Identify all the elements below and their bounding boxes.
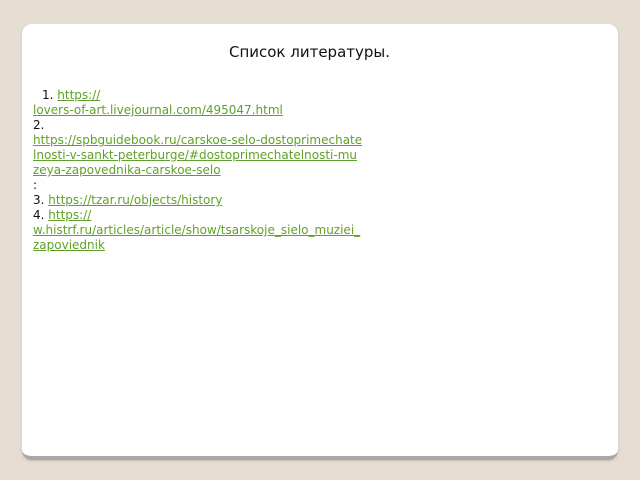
- reference-number: 1.: [42, 88, 54, 102]
- reference-item-4: 4. https://: [33, 208, 363, 223]
- slide-title: Список литературы.: [228, 43, 391, 61]
- reference-item-4-continued: w.histrf.ru/articles/article/show/tsarsk…: [33, 223, 363, 253]
- reference-item-2: 2.: [33, 118, 363, 133]
- reference-number: 4.: [33, 208, 45, 222]
- reference-link-3[interactable]: https://tzar.ru/objects/history: [48, 193, 222, 207]
- reference-item-2-suffix: :: [33, 178, 38, 192]
- reference-list: 1. https:// lovers-of-art.livejournal.co…: [33, 88, 363, 253]
- reference-link-1-part2[interactable]: lovers-of-art.livejournal.com/495047.htm…: [33, 103, 283, 117]
- reference-link-2[interactable]: https://spbguidebook.ru/carskoe-selo-dos…: [33, 133, 362, 177]
- reference-item-3: 3. https://tzar.ru/objects/history: [33, 193, 363, 208]
- reference-link-4-part2[interactable]: w.histrf.ru/articles/article/show/tsarsk…: [33, 223, 360, 252]
- reference-item-2-link-block: https://spbguidebook.ru/carskoe-selo-dos…: [33, 133, 363, 178]
- reference-number: 2.: [33, 118, 45, 132]
- reference-item-1-continued: lovers-of-art.livejournal.com/495047.htm…: [33, 103, 363, 118]
- reference-number: 3.: [33, 193, 45, 207]
- reference-item-1: 1. https://: [33, 88, 363, 103]
- reference-link-4-part1[interactable]: https://: [48, 208, 91, 222]
- reference-link-1-part1[interactable]: https://: [57, 88, 100, 102]
- slide-card: Список литературы. 1. https:// lovers-of…: [22, 24, 618, 460]
